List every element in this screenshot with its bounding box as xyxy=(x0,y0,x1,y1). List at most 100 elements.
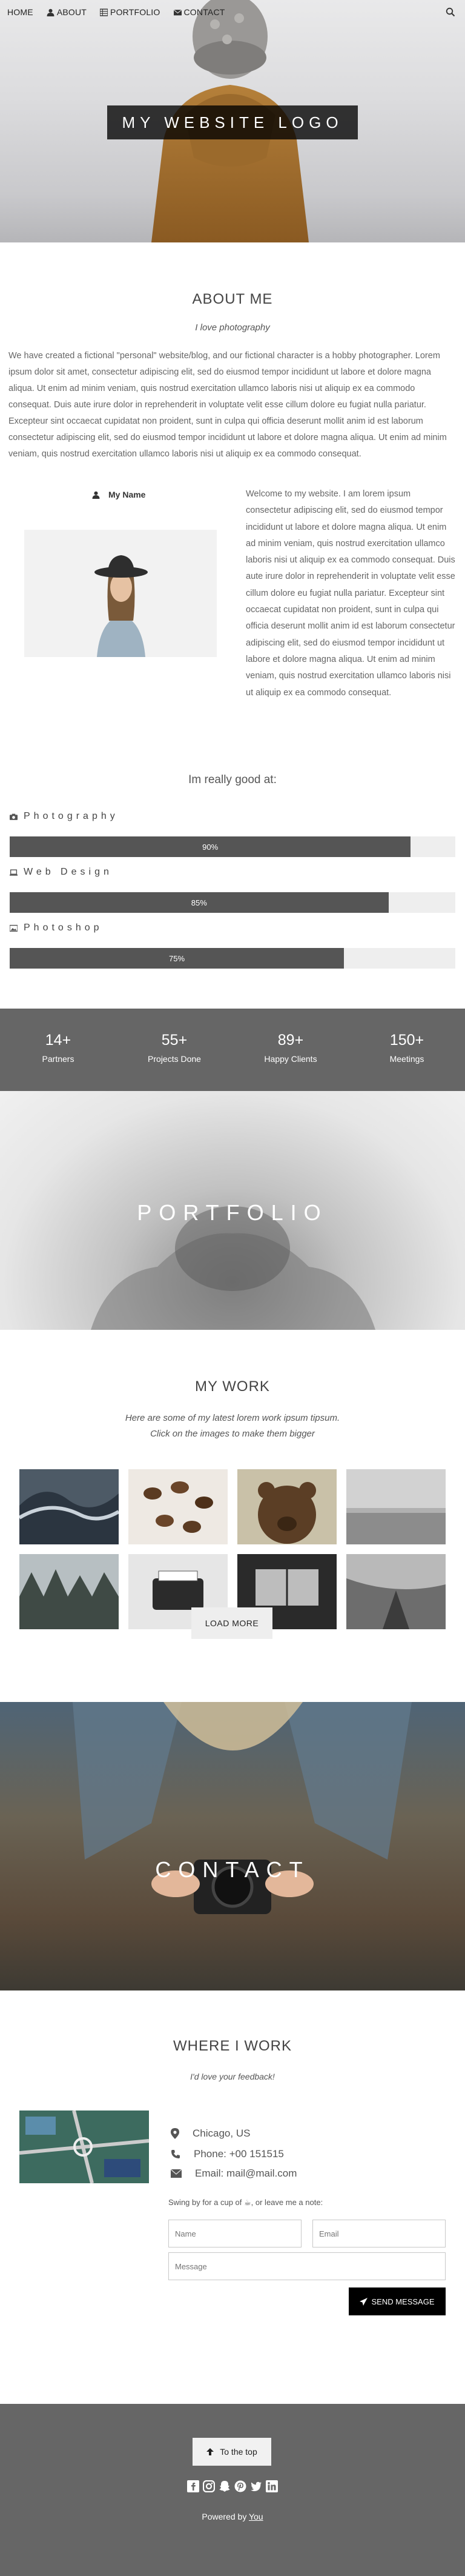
user-icon xyxy=(47,8,54,16)
map-image xyxy=(19,2111,149,2183)
nav-home[interactable]: HOME xyxy=(7,7,33,17)
send-message-label: SEND MESSAGE xyxy=(371,2297,435,2306)
about-subtitle: I love photography xyxy=(195,322,270,333)
load-more-button[interactable]: LOAD MORE xyxy=(191,1607,272,1639)
skill-fill: 90% xyxy=(10,836,411,857)
linkedin-icon[interactable] xyxy=(266,2480,278,2492)
gallery-image-forest[interactable] xyxy=(19,1554,119,1629)
skill-webdesign-label: Web Design xyxy=(10,867,113,878)
stat-projects: 55+ Projects Done xyxy=(116,1009,232,1091)
map-marker-icon xyxy=(171,2128,179,2139)
twitter-icon[interactable] xyxy=(250,2480,262,2492)
arrow-up-icon xyxy=(206,2448,214,2455)
portfolio-heading: PORTFOLIO xyxy=(137,1200,328,1225)
skill-label-text: Photoshop xyxy=(24,923,103,933)
skill-label-text: Web Design xyxy=(24,867,113,877)
bio-text: Welcome to my website. I am lorem ipsum … xyxy=(246,489,455,698)
name-field[interactable] xyxy=(168,2220,302,2247)
social-icons xyxy=(0,2480,465,2492)
skill-fill: 75% xyxy=(10,948,344,969)
work-gallery xyxy=(19,1469,446,1629)
to-top-label: To the top xyxy=(220,2447,257,2457)
stat-number: 55+ xyxy=(161,1032,188,1049)
skill-fill: 85% xyxy=(10,892,389,913)
gallery-image-waves[interactable] xyxy=(19,1469,119,1544)
to-top-button[interactable]: To the top xyxy=(193,2438,271,2466)
stat-partners: 14+ Partners xyxy=(0,1009,116,1091)
where-subtitle: I'd love your feedback! xyxy=(190,2072,275,2081)
nav-contact[interactable]: CONTACT xyxy=(173,7,225,17)
name-label: My Name xyxy=(108,490,146,499)
laptop-icon xyxy=(10,869,18,876)
gallery-image-road[interactable] xyxy=(346,1554,446,1629)
nav-contact-label: CONTACT xyxy=(183,7,225,17)
skill-photography-label: Photography xyxy=(10,811,119,822)
skill-webdesign-bar: 85% xyxy=(10,892,455,913)
gallery-image-bear[interactable] xyxy=(237,1469,337,1544)
contact-photo xyxy=(73,1702,412,1914)
stat-label: Happy Clients xyxy=(264,1054,317,1064)
skill-photography-bar: 90% xyxy=(10,836,455,857)
hero-banner: MY WEBSITE LOGO xyxy=(0,0,465,242)
phone-text: Phone: +00 151515 xyxy=(194,2148,284,2160)
stat-number: 150+ xyxy=(389,1032,424,1049)
stat-label: Meetings xyxy=(389,1054,424,1064)
nav-portfolio[interactable]: PORTFOLIO xyxy=(100,7,160,17)
skill-label-text: Photography xyxy=(24,811,119,821)
contact-note: Swing by for a cup of ☕, or leave me a n… xyxy=(168,2198,323,2207)
contact-banner: CONTACT xyxy=(0,1702,465,1990)
email-text: Email: mail@mail.com xyxy=(195,2167,297,2179)
skill-photoshop-label: Photoshop xyxy=(10,923,103,933)
snapchat-icon[interactable] xyxy=(219,2480,231,2492)
phone-icon xyxy=(171,2150,180,2158)
stat-clients: 89+ Happy Clients xyxy=(232,1009,349,1091)
portrait-image xyxy=(24,530,217,657)
envelope-icon xyxy=(171,2169,182,2178)
about-paragraph: We have created a fictional "personal" w… xyxy=(8,351,447,459)
location-line: Chicago, US xyxy=(171,2127,250,2140)
stat-label: Partners xyxy=(42,1054,74,1064)
location-text: Chicago, US xyxy=(193,2127,251,2139)
stat-label: Projects Done xyxy=(148,1054,201,1064)
nav-portfolio-label: PORTFOLIO xyxy=(110,7,160,17)
user-icon xyxy=(92,491,100,499)
facebook-icon[interactable] xyxy=(187,2480,199,2492)
instagram-icon[interactable] xyxy=(203,2480,215,2492)
search-icon[interactable] xyxy=(446,7,455,17)
email-field[interactable] xyxy=(312,2220,446,2247)
message-field[interactable] xyxy=(168,2252,446,2280)
nav-home-label: HOME xyxy=(7,7,33,17)
pinterest-icon[interactable] xyxy=(234,2480,246,2492)
footer: To the top Powered by You xyxy=(0,2404,465,2576)
skills-title: Im really good at: xyxy=(188,773,277,786)
phone-line: Phone: +00 151515 xyxy=(171,2148,284,2160)
stats-band: 14+ Partners 55+ Projects Done 89+ Happy… xyxy=(0,1009,465,1091)
camera-icon xyxy=(10,813,18,820)
powered-prefix: Powered by xyxy=(202,2512,249,2521)
powered-link[interactable]: You xyxy=(249,2512,263,2521)
skill-photoshop-bar: 75% xyxy=(10,948,455,969)
where-title: WHERE I WORK xyxy=(173,2038,292,2054)
nav-about[interactable]: ABOUT xyxy=(47,7,87,17)
gallery-image-fog[interactable] xyxy=(346,1469,446,1544)
stat-number: 14+ xyxy=(45,1032,71,1049)
work-subtitle-1: Here are some of my latest lorem work ip… xyxy=(125,1413,340,1423)
nav-about-label: ABOUT xyxy=(56,7,87,17)
paper-plane-icon xyxy=(360,2297,368,2306)
portfolio-banner: PORTFOLIO xyxy=(0,1091,465,1330)
send-message-button[interactable]: SEND MESSAGE xyxy=(349,2287,446,2315)
contact-heading: CONTACT xyxy=(155,1857,310,1882)
email-line: Email: mail@mail.com xyxy=(171,2167,297,2180)
work-subtitle-2: Click on the images to make them bigger xyxy=(150,1429,315,1439)
powered-by: Powered by You xyxy=(0,2512,465,2521)
image-icon xyxy=(10,924,18,932)
envelope-icon xyxy=(173,9,182,15)
site-logo: MY WEBSITE LOGO xyxy=(107,105,358,139)
about-title: ABOUT ME xyxy=(192,291,273,307)
gallery-image-coffee[interactable] xyxy=(128,1469,228,1544)
name-row: My Name xyxy=(92,490,145,499)
stat-meetings: 150+ Meetings xyxy=(349,1009,465,1091)
stat-number: 89+ xyxy=(277,1032,304,1049)
th-icon xyxy=(100,8,108,16)
top-nav: HOME ABOUT PORTFOLIO CONTACT xyxy=(0,0,465,24)
